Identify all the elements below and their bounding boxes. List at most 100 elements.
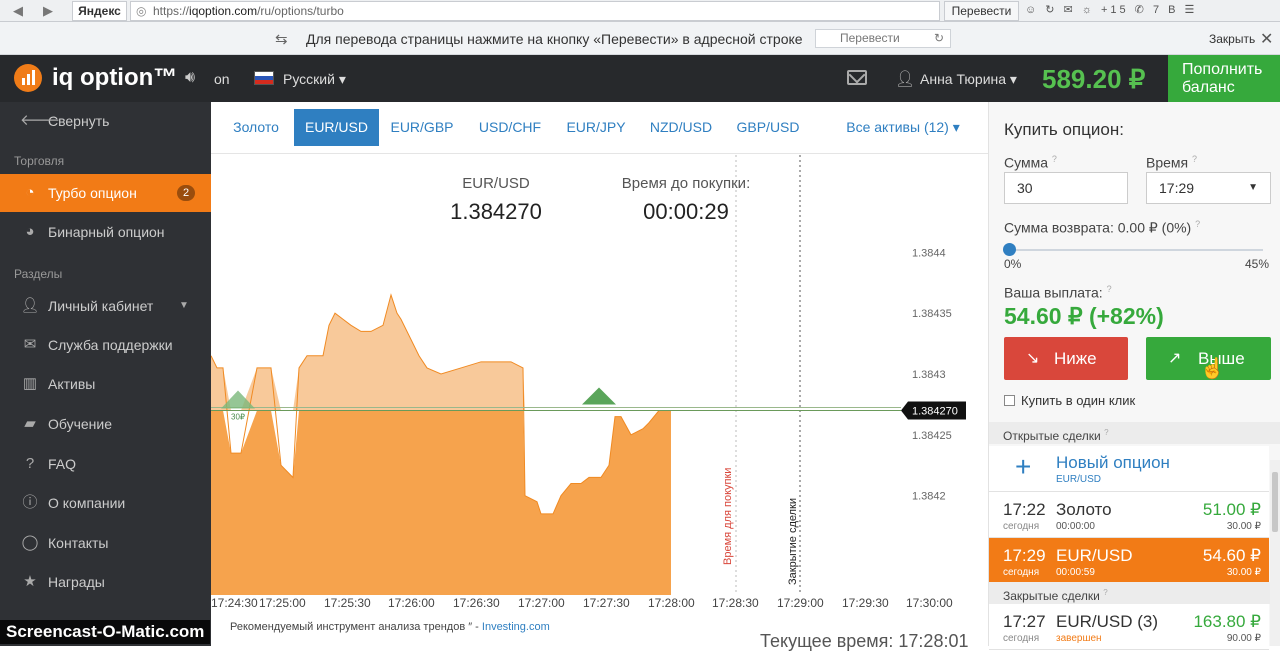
logo-text[interactable]: iq option™ [52,64,177,92]
return-slider[interactable] [1003,243,1263,256]
section-parts: Разделы [14,267,63,281]
deal-invest: 30.00 ₽ [1226,567,1261,578]
sidebar-item-assets[interactable]: ▥ Активы [0,365,211,403]
deal-row-active[interactable]: 17:29 сегодня EUR/USD 00:00:59 54.60 ₽ 30.0… [989,538,1269,584]
put-button-label: Ниже [1054,349,1097,368]
deposit-button[interactable]: Пополнить баланс [1168,55,1280,102]
close-icon[interactable]: ✕ [1260,29,1273,49]
scrollbar-thumb[interactable] [1272,472,1278,532]
app-header: iq option™ 🔊︎ on Русский ▾ 👤︎ Анна Тюрин… [0,55,1280,102]
one-click-checkbox[interactable]: Купить в один клик [1004,393,1135,408]
close-translate-link[interactable]: Закрыть [1209,32,1255,46]
help-icon[interactable]: ? [1052,154,1057,164]
deals-scrollbar[interactable] [1270,460,1280,646]
payout-label: Ваша выплата: ? [1004,284,1112,301]
mail-icon[interactable] [847,70,867,85]
x-tick-label: 17:26:00 [388,596,435,610]
translate-message: Для перевода страницы нажмите на кнопку … [306,31,803,47]
sound-status[interactable]: on [214,71,230,87]
help-icon[interactable]: ? [1104,428,1108,437]
current-price-tag-label: 1.384270 [912,406,958,418]
deposit-line2: баланс [1182,79,1235,96]
price-chart[interactable]: 30₽ 1.3844 1.38435 1.3843 1.38425 1.3842 1.384… [211,155,988,620]
amount-label-text: Сумма [1004,154,1048,171]
deal-row[interactable]: 17:22 сегодня Золото 00:00:00 51.00 ₽ 30.00… [989,492,1269,538]
sidebar-item-binary[interactable]: ◕ Бинарный опцион [0,213,211,251]
sidebar-item-label: Турбо опцион [48,185,137,201]
amount-input[interactable]: 30 [1004,172,1128,204]
toolbar-icons[interactable]: ☺ ↻ ✉ ☼ +15 ✆ 7 B ☰ [1025,3,1197,16]
investing-link[interactable]: Investing.com [482,621,550,633]
x-tick-label: 17:30:00 [906,596,953,610]
yandex-button[interactable]: Яндекс [72,1,127,21]
y-tick-label: 1.38425 [912,430,952,442]
help-icon[interactable]: ? [1195,219,1200,229]
sound-icon[interactable]: 🔊︎ [185,69,195,87]
flag-icon[interactable] [254,71,274,85]
deal-time: 17:29 [1003,546,1046,565]
back-icon[interactable]: ◀ [8,2,28,20]
deal-status: завершен [1056,633,1102,644]
tab-gold[interactable]: Золото [225,109,287,146]
return-label: Сумма возврата: 0.00 ₽ (0%) ? [1004,219,1200,237]
section-trading: Торговля [14,154,65,168]
sidebar-item-label: Личный кабинет [48,298,154,314]
sidebar-item-about[interactable]: ⓘ О компании [0,484,211,522]
tab-eurgbp[interactable]: EUR/GBP [389,109,455,146]
closed-deals-title: Закрытые сделки [1003,589,1100,603]
x-tick-label: 17:25:30 [324,596,371,610]
help-icon[interactable]: ? [1107,284,1112,294]
chart-svg: 30₽ 1.3844 1.38435 1.3843 1.38425 1.3842 1.384… [211,155,966,595]
tab-eurusd[interactable]: EUR/USD [294,109,379,146]
caret-down-icon: ▼ [1248,182,1258,193]
sidebar-item-turbo[interactable]: ◔ Турбо опцион 2 [0,174,211,212]
tab-nzdusd[interactable]: NZD/USD [649,109,713,146]
tab-eurjpy[interactable]: EUR/JPY [563,109,629,146]
slider-max: 45% [1245,257,1270,271]
user-icon: 👤︎ [20,297,40,314]
sidebar-item-label: Награды [48,574,105,590]
sidebar-item-faq[interactable]: ? FAQ [0,445,211,483]
tab-gbpusd[interactable]: GBP/USD [735,109,801,146]
return-label-text: Сумма возврата: 0.00 ₽ (0%) [1004,219,1192,236]
clock-icon: ◔ [25,184,35,201]
closed-deal-row[interactable]: 17:27 сегодня EUR/USD (3) завершен 163.80 … [989,604,1269,650]
tab-usdchf[interactable]: USD/CHF [475,109,545,146]
plus-icon: + [1015,451,1032,482]
sidebar-collapse[interactable]: 🡐 Свернуть [0,102,211,140]
help-icon[interactable]: ? [1103,588,1107,597]
bar-chart-icon: ▥ [22,375,38,392]
time-label-text: Время [1146,154,1189,171]
user-menu[interactable]: Анна Тюрина ▾ [920,71,1017,88]
sidebar-item-label: Контакты [48,535,109,551]
time-select[interactable]: 17:29 ▼ [1146,172,1271,204]
deal-timer: 00:00:59 [1056,567,1095,578]
y-tick-label: 1.3844 [912,247,946,259]
new-option-row[interactable]: + Новый опцион EUR/USD [989,446,1269,492]
put-button[interactable]: ↘ Ниже [1004,337,1128,380]
sidebar-item-learning[interactable]: ▰ Обучение [0,405,211,443]
slider-handle[interactable] [1003,243,1016,256]
translate-bar-button[interactable]: Перевести ↻ [815,29,951,48]
payout-value: 54.60 ₽ (+82%) [1004,303,1164,329]
sidebar-item-awards[interactable]: ★ Награды [0,563,211,601]
chart-asset-price: 1.384270 [450,199,542,224]
url-path: /ru/options/turbo [257,4,344,18]
deal-marker-label: 30₽ [231,413,245,422]
tab-all-assets[interactable]: Все активы (12) ▾ [843,109,963,146]
chart-asset-label: EUR/USD [462,175,530,192]
language-select[interactable]: Русский ▾ [283,71,346,88]
forward-icon[interactable]: ▶ [38,2,58,20]
browser-translate-button[interactable]: Перевести [944,1,1019,21]
x-tick-label: 17:27:30 [583,596,630,610]
sidebar-item-cabinet[interactable]: 👤︎ Личный кабинет ▼ [0,287,211,325]
sidebar-item-contacts[interactable]: ◯ Контакты [0,524,211,562]
translate-icon: ⇆ [275,31,288,48]
trend-up-icon: ↗ [1168,350,1182,367]
address-bar[interactable]: ◎ https://iqoption.com/ru/options/turbo [130,1,940,21]
checkbox-box[interactable] [1004,395,1015,406]
sidebar-item-support[interactable]: ✉ Служба поддержки [0,326,211,364]
logo-icon[interactable] [14,64,42,92]
help-icon[interactable]: ? [1192,154,1197,164]
turbo-badge: 2 [177,185,195,201]
